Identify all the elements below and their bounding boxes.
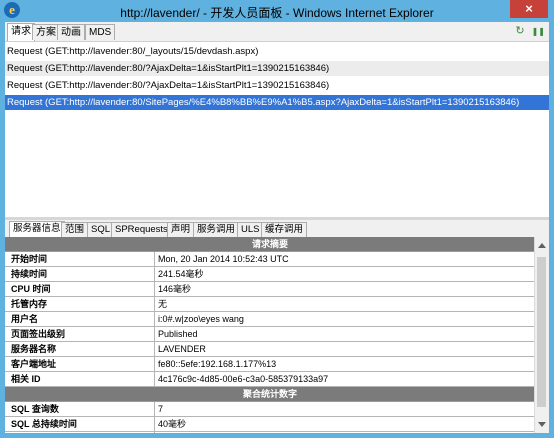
refresh-icon[interactable]: ↻	[515, 24, 524, 37]
vertical-scrollbar[interactable]	[534, 237, 549, 433]
tab-scope[interactable]: 范围	[61, 222, 89, 237]
tab-requests[interactable]: 请求	[7, 23, 35, 41]
close-button[interactable]: ×	[510, 0, 548, 18]
request-tab-strip: 请求 方案 动画 MDS ↻ ❚❚	[5, 22, 549, 41]
tab-mds[interactable]: MDS	[85, 24, 116, 40]
table-row: 用户名 i:0#.w|zoo\eyes wang	[5, 312, 535, 327]
tab-cache-calls[interactable]: 缓存调用	[261, 222, 308, 237]
request-item-selected[interactable]: Request (GET:http://lavender:80/SitePage…	[5, 95, 549, 110]
request-item[interactable]: Request (GET:http://lavender:80/?AjaxDel…	[5, 61, 549, 76]
details-table: 请求摘要 开始时间 Mon, 20 Jan 2014 10:52:43 UTC 持…	[5, 237, 535, 433]
section-header-aggregate: 聚合统计数字	[5, 387, 535, 402]
scroll-down-icon[interactable]	[538, 422, 546, 427]
section-header-summary: 请求摘要	[5, 237, 535, 252]
table-row: 相关 ID 4c176c9c-4d85-00e6-c3a0-585379133a9…	[5, 372, 535, 387]
request-item[interactable]: Request (GET:http://lavender:80/?AjaxDel…	[5, 78, 549, 93]
tab-animation[interactable]: 动画	[57, 24, 85, 40]
table-row: 客户端地址 fe80::5efe:192.168.1.177%13	[5, 357, 535, 372]
table-row: 持续时间 241.54毫秒	[5, 267, 535, 282]
table-row: SQL 总持续时间 40毫秒	[5, 417, 535, 432]
table-row: SQL 查询数 7	[5, 402, 535, 417]
window-title: http://lavender/ - 开发人员面板 - Windows Inte…	[120, 6, 434, 20]
table-row: CPU 时间 146毫秒	[5, 282, 535, 297]
table-row: 服务器名称 LAVENDER	[5, 342, 535, 357]
scroll-up-icon[interactable]	[538, 243, 546, 248]
tab-server-info[interactable]: 服务器信息	[9, 221, 65, 238]
scroll-thumb[interactable]	[537, 257, 546, 407]
tab-sprequests[interactable]: SPRequests	[111, 222, 172, 237]
pause-icon[interactable]: ❚❚	[532, 27, 545, 36]
title-bar: e http://lavender/ - 开发人员面板 - Windows In…	[0, 0, 554, 22]
developer-dashboard: 请求 方案 动画 MDS ↻ ❚❚ Request (GET:http://la…	[5, 22, 549, 433]
table-row: 托管内存无	[5, 297, 535, 312]
detail-tab-strip: 服务器信息 范围 SQL SPRequests 声明 服务调用 ULS 缓存调用	[5, 220, 549, 238]
request-item[interactable]: Request (GET:http://lavender:80/_layouts…	[5, 44, 549, 59]
tab-service-calls[interactable]: 服务调用	[193, 222, 240, 237]
request-list: Request (GET:http://lavender:80/_layouts…	[5, 41, 549, 218]
tab-uls[interactable]: ULS	[237, 222, 264, 237]
table-row: SPRequests 数量1	[5, 432, 535, 433]
tab-claims[interactable]: 声明	[167, 222, 195, 237]
tab-sql[interactable]: SQL	[87, 222, 115, 237]
table-row: 页面签出级别 Published	[5, 327, 535, 342]
table-row: 开始时间 Mon, 20 Jan 2014 10:52:43 UTC	[5, 252, 535, 267]
tab-scenarios[interactable]: 方案	[32, 24, 60, 40]
toolbar: ↻ ❚❚	[511, 24, 545, 38]
